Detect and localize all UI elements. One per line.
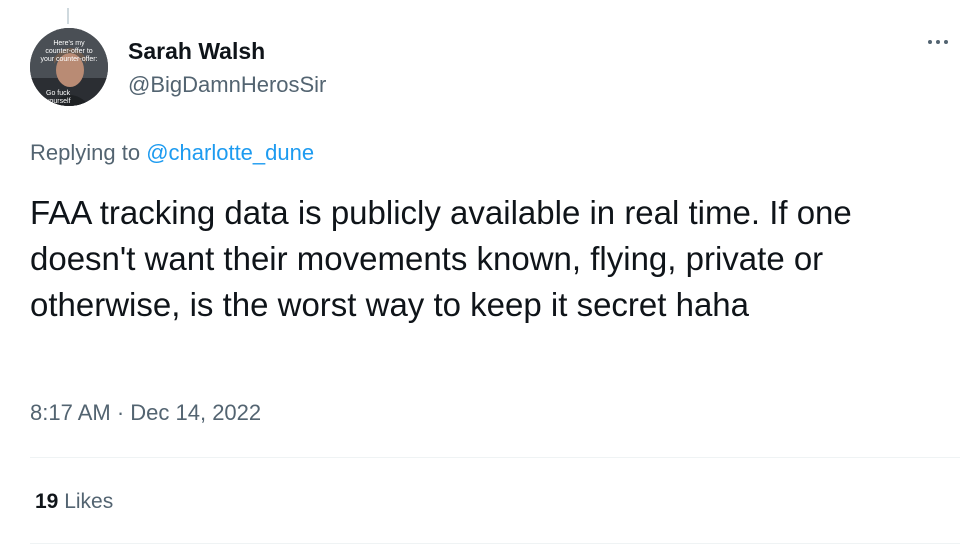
avatar-caption-bottom: Go fuck yourself — [46, 90, 71, 105]
divider — [30, 543, 960, 544]
more-dot — [936, 40, 940, 44]
tweet-text: FAA tracking data is publicly available … — [30, 194, 852, 323]
avatar[interactable]: Here's my counter-offer to your counter-… — [30, 28, 108, 106]
more-dot — [928, 40, 932, 44]
reply-to-link[interactable]: @charlotte_dune — [146, 140, 314, 165]
likes-label: Likes — [64, 490, 114, 513]
avatar-caption-top: Here's my counter-offer to your counter-… — [40, 40, 98, 63]
more-dot — [944, 40, 948, 44]
author-name[interactable]: Sarah Walsh — [128, 38, 265, 65]
tweet-timestamp[interactable]: 8:17 AM · Dec 14, 2022 — [30, 400, 261, 426]
reply-context: Replying to @charlotte_dune — [30, 140, 314, 166]
thread-connector-line — [67, 8, 69, 24]
author-handle[interactable]: @BigDamnHerosSir — [128, 72, 326, 98]
likes-count: 19 — [35, 490, 59, 513]
reply-prefix: Replying to — [30, 140, 141, 165]
divider — [30, 457, 960, 458]
likes-count-link[interactable]: 19 Likes — [35, 490, 113, 514]
more-horizontal-icon[interactable] — [928, 40, 948, 44]
